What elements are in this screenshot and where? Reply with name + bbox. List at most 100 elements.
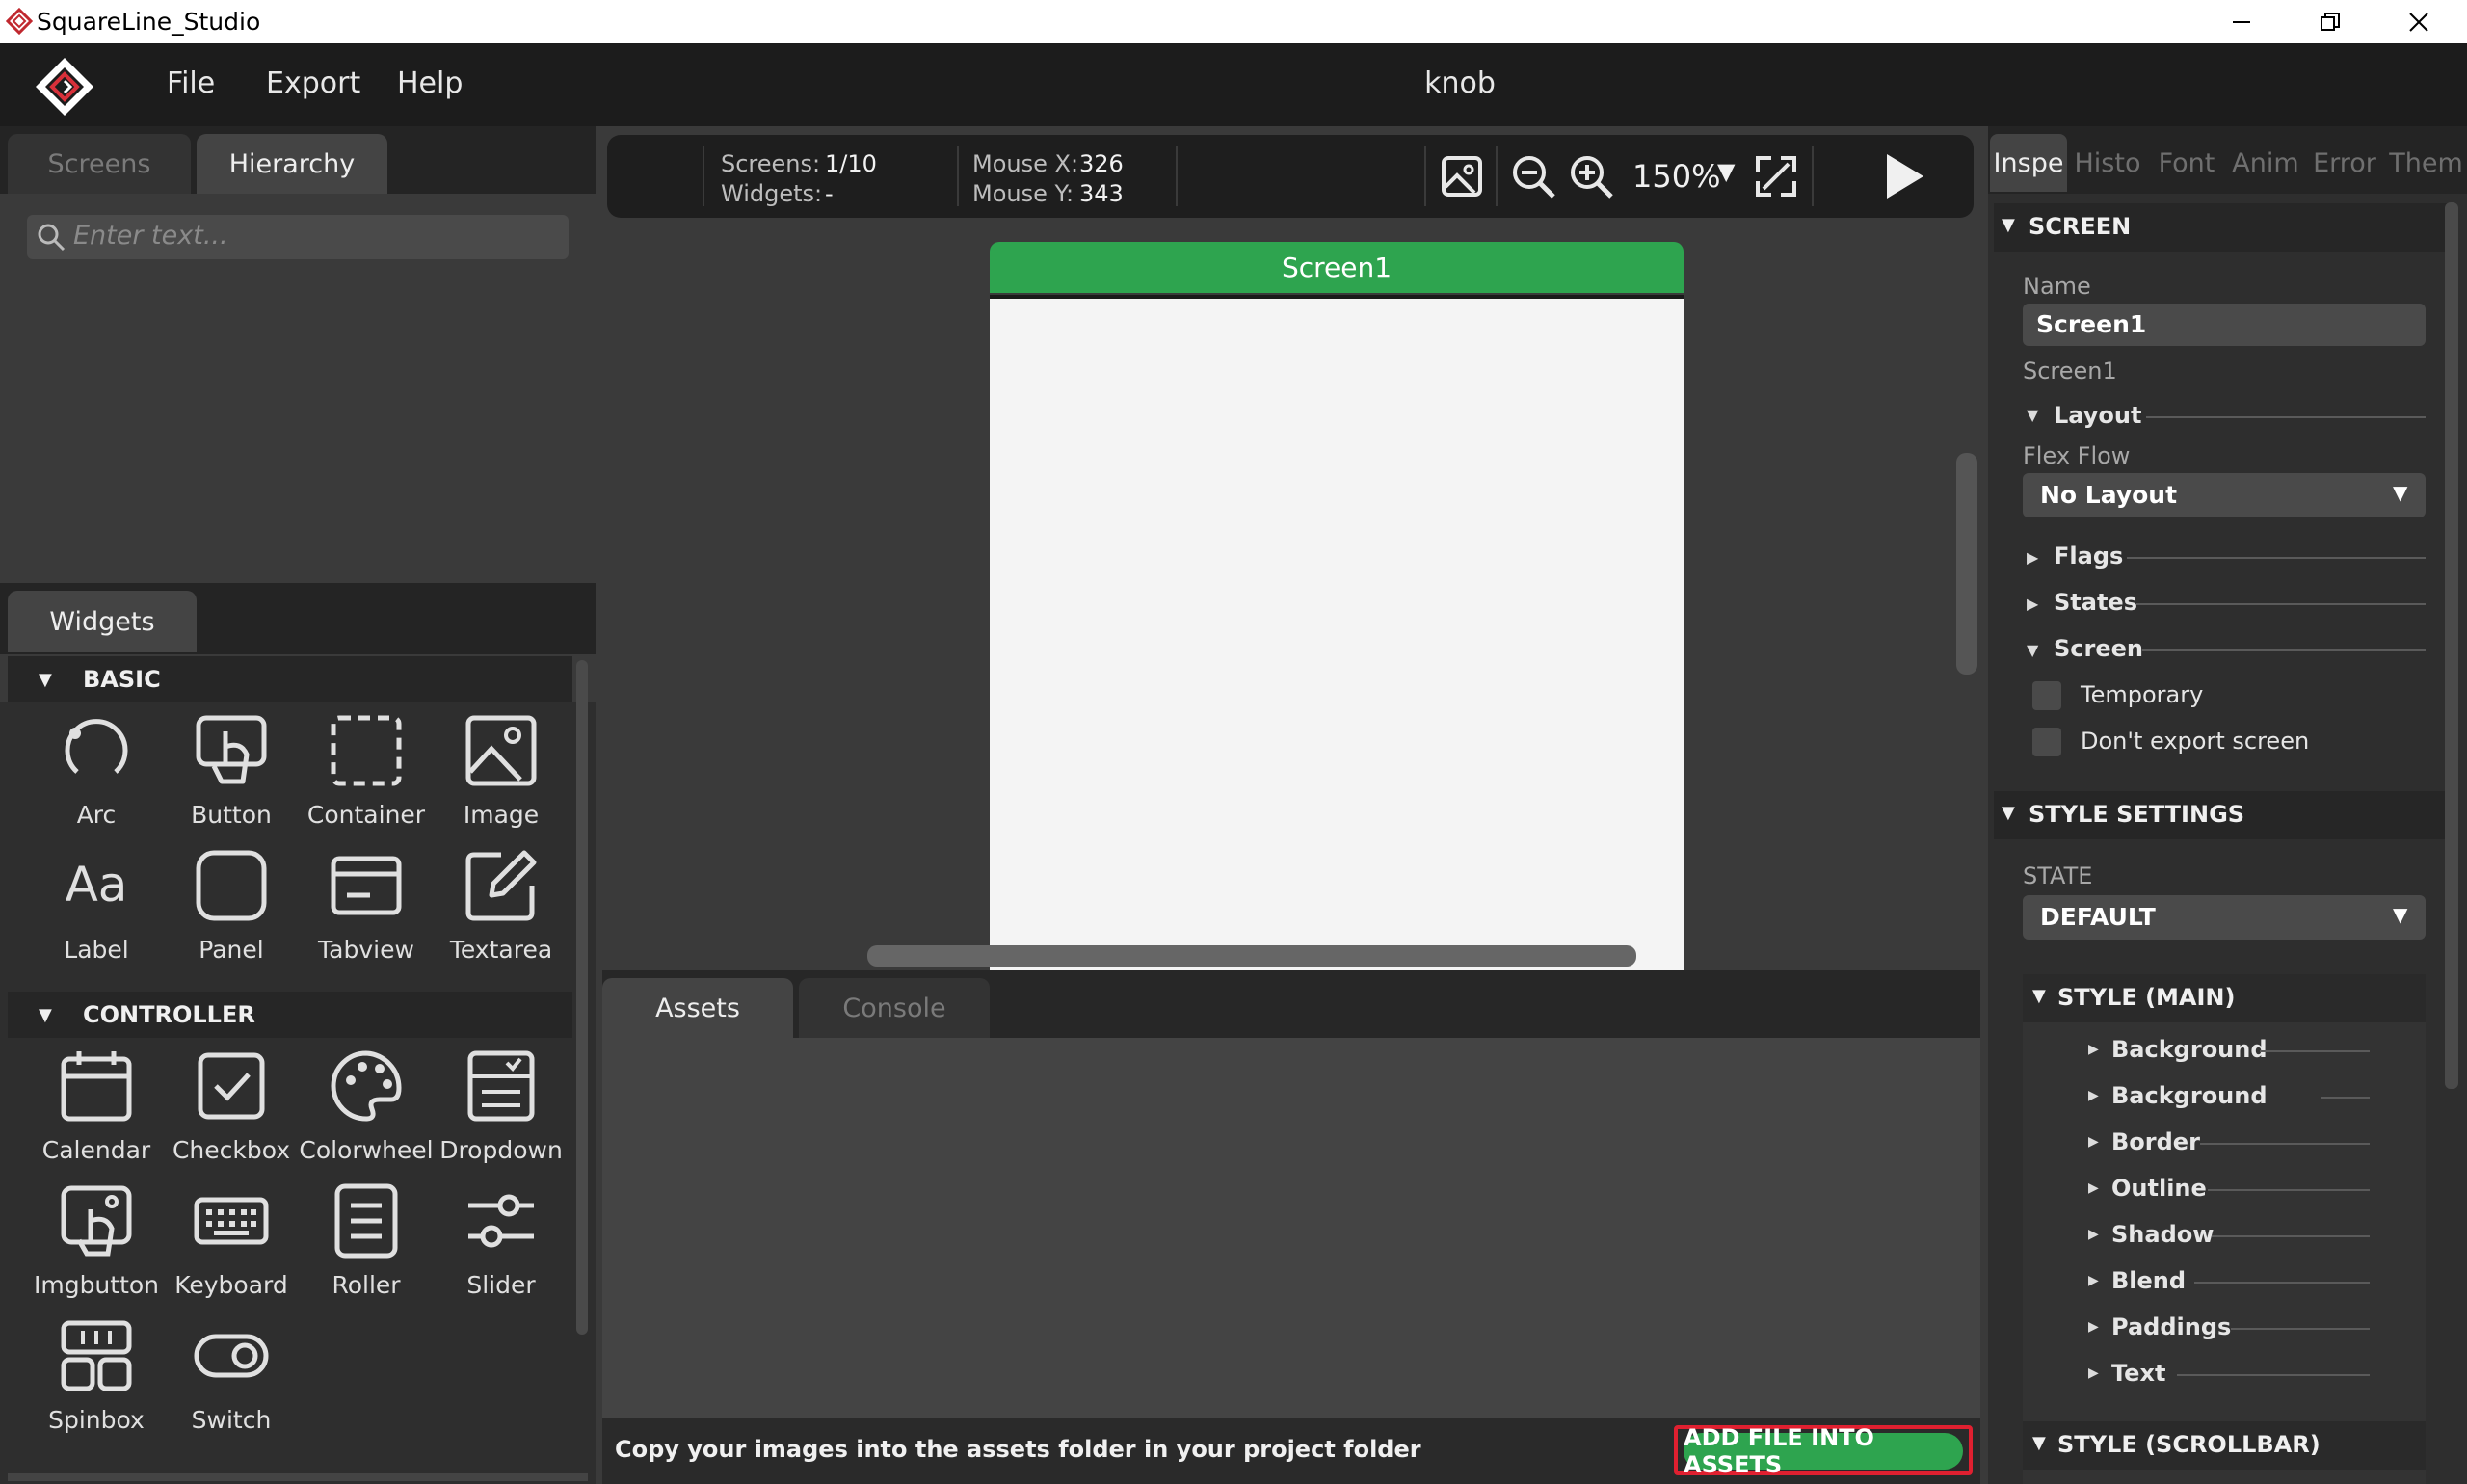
dont-export-checkbox[interactable] [2032, 728, 2061, 756]
close-icon [2409, 12, 2428, 32]
panel-icon [196, 850, 267, 921]
state-value: DEFAULT [2040, 903, 2156, 931]
hierarchy-search-input[interactable]: Enter text... [27, 215, 569, 259]
widget-dropdown[interactable]: Dropdown [434, 1040, 569, 1175]
divider-line [2200, 1143, 2370, 1145]
button-icon [196, 715, 267, 784]
widget-calendar[interactable]: Calendar [29, 1040, 164, 1175]
style-prop-border[interactable]: Border [2111, 1128, 2200, 1155]
zoom-in-icon[interactable] [1567, 152, 1615, 200]
fit-screen-icon[interactable] [1752, 152, 1800, 200]
widgets-scrollbar[interactable] [576, 660, 588, 1335]
minimize-button[interactable] [2197, 0, 2286, 43]
screen-name-input[interactable]: Screen1 [2023, 304, 2426, 346]
collapse-triangle-icon: ▼ [2002, 803, 2015, 823]
widget-label[interactable]: Aa Label [29, 839, 164, 974]
expand-triangle-icon: ▶ [2088, 1273, 2099, 1288]
states-group-label[interactable]: States [2054, 589, 2137, 616]
dont-export-label: Don't export screen [2081, 728, 2310, 755]
tab-font[interactable]: Font [2148, 134, 2225, 192]
tabview-icon [331, 856, 402, 915]
window-title: SquareLine_Studio [37, 8, 261, 36]
flags-group-label[interactable]: Flags [2054, 543, 2123, 570]
toolbar-separator [1176, 146, 1178, 206]
widget-keyboard[interactable]: Keyboard [164, 1175, 299, 1310]
play-icon[interactable] [1877, 150, 1929, 202]
tab-widgets[interactable]: Widgets [8, 591, 197, 652]
widget-switch[interactable]: Switch [164, 1310, 299, 1444]
widget-textarea[interactable]: Textarea [434, 839, 569, 974]
temporary-checkbox[interactable] [2032, 681, 2061, 710]
screens-count-label: Screens: [721, 150, 821, 177]
zoom-level[interactable]: 150% [1632, 158, 1720, 195]
screen-title-bar[interactable]: Screen1 [990, 242, 1684, 293]
section-controller-header[interactable]: ▼ CONTROLLER [8, 992, 572, 1038]
canvas-vertical-scrollbar[interactable] [1956, 453, 1977, 675]
project-title: knob [1424, 66, 1496, 100]
divider-line [2127, 557, 2426, 559]
widget-checkbox[interactable]: Checkbox [164, 1040, 299, 1175]
widget-imgbutton[interactable]: Imgbutton [29, 1175, 164, 1310]
layout-group-label[interactable]: Layout [2054, 402, 2141, 429]
flex-flow-select[interactable]: No Layout ▼ [2023, 473, 2426, 517]
inspector-scrollbar[interactable] [2445, 202, 2458, 1089]
widget-colorwheel[interactable]: Colorwheel [299, 1040, 434, 1175]
state-select[interactable]: DEFAULT ▼ [2023, 895, 2426, 940]
canvas-horizontal-scrollbar[interactable] [867, 945, 1636, 967]
tab-history[interactable]: Histo [2069, 134, 2146, 192]
style-prop-text[interactable]: Text [2111, 1360, 2165, 1387]
style-scrollbar-header[interactable]: ▼ STYLE (SCROLLBAR) [2023, 1421, 2426, 1470]
tab-screens[interactable]: Screens [8, 134, 191, 194]
widget-image[interactable]: Image [434, 704, 569, 839]
tab-hierarchy[interactable]: Hierarchy [197, 134, 387, 194]
widget-spinbox[interactable]: Spinbox [29, 1310, 164, 1444]
widget-colorwheel-label: Colorwheel [299, 1136, 434, 1164]
screen-name-value: Screen1 [2036, 310, 2147, 338]
widgets-count-value: - [825, 180, 834, 207]
style-main-header[interactable]: ▼ STYLE (MAIN) [2023, 974, 2426, 1022]
widget-slider[interactable]: Slider [434, 1175, 569, 1310]
style-settings-header[interactable]: ▼ STYLE SETTINGS [1994, 791, 2447, 839]
tab-console[interactable]: Console [799, 978, 990, 1038]
close-button[interactable] [2374, 0, 2463, 43]
style-prop-outline[interactable]: Outline [2111, 1175, 2207, 1202]
widget-roller[interactable]: Roller [299, 1175, 434, 1310]
left-panel: Screens Hierarchy Enter text... Widgets … [0, 126, 596, 1484]
search-icon [38, 224, 66, 252]
inspector-panel: Inspe Histo Font Anim Error Them ▼ SCREE… [1988, 126, 2467, 1484]
screen-canvas[interactable] [990, 295, 1684, 970]
screen-group-label[interactable]: Screen [2054, 635, 2143, 662]
screen-section-header[interactable]: ▼ SCREEN [1994, 203, 2447, 252]
switch-icon [194, 1334, 269, 1378]
collapse-triangle-icon: ▼ [2027, 641, 2039, 659]
style-prop-blend[interactable]: Blend [2111, 1267, 2186, 1294]
canvas-toolbar: Screens: 1/10 Widgets: - Mouse X: 326 Mo… [607, 135, 1974, 218]
widget-button[interactable]: Button [164, 704, 299, 839]
tab-animation[interactable]: Anim [2227, 134, 2304, 192]
divider-line [2231, 1328, 2370, 1330]
style-prop-background[interactable]: Background [2111, 1036, 2268, 1063]
background-image-icon[interactable] [1438, 152, 1486, 200]
zoom-dropdown-icon[interactable]: ▼ [1717, 158, 1735, 185]
widgets-tabbar: Widgets [0, 583, 596, 654]
style-prop-shadow[interactable]: Shadow [2111, 1221, 2214, 1248]
menu-bar: File Export Help knob [0, 43, 2467, 126]
style-prop-background-2[interactable]: Background [2111, 1082, 2268, 1109]
widget-container[interactable]: Container [299, 704, 434, 839]
style-prop-paddings[interactable]: Paddings [2111, 1313, 2231, 1340]
tab-inspector[interactable]: Inspe [1990, 134, 2067, 192]
zoom-out-icon[interactable] [1509, 152, 1557, 200]
add-file-into-assets-button[interactable]: ADD FILE INTO ASSETS [1684, 1424, 1963, 1478]
divider-line [2194, 1282, 2370, 1284]
widget-arc[interactable]: Arc [29, 704, 164, 839]
tab-error[interactable]: Error [2306, 134, 2383, 192]
divider-line [2136, 603, 2426, 605]
divider-line [2321, 1097, 2370, 1099]
section-basic-header[interactable]: ▼ BASIC [8, 656, 572, 702]
tab-theme[interactable]: Them [2385, 134, 2467, 192]
restore-button[interactable] [2286, 0, 2374, 43]
widget-panel[interactable]: Panel [164, 839, 299, 974]
tab-assets[interactable]: Assets [602, 978, 793, 1038]
collapse-triangle-icon: ▼ [39, 1005, 52, 1025]
widget-tabview[interactable]: Tabview [299, 839, 434, 974]
